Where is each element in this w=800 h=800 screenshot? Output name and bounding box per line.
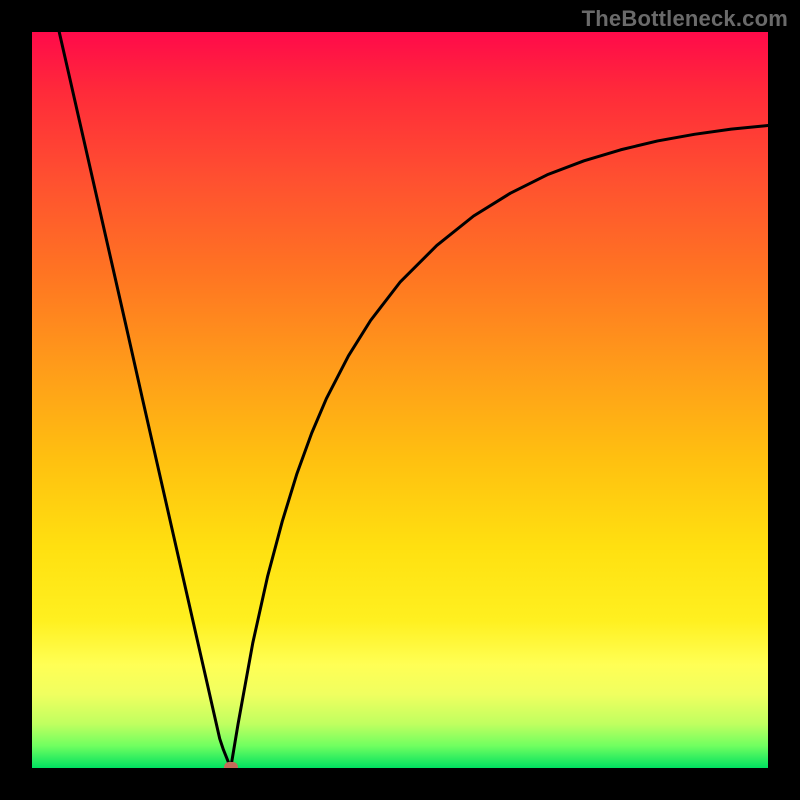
- chart-frame: TheBottleneck.com: [0, 0, 800, 800]
- bottleneck-curve: [32, 32, 768, 768]
- optimal-point-marker: [224, 762, 238, 768]
- watermark-text: TheBottleneck.com: [582, 6, 788, 32]
- plot-area: [32, 32, 768, 768]
